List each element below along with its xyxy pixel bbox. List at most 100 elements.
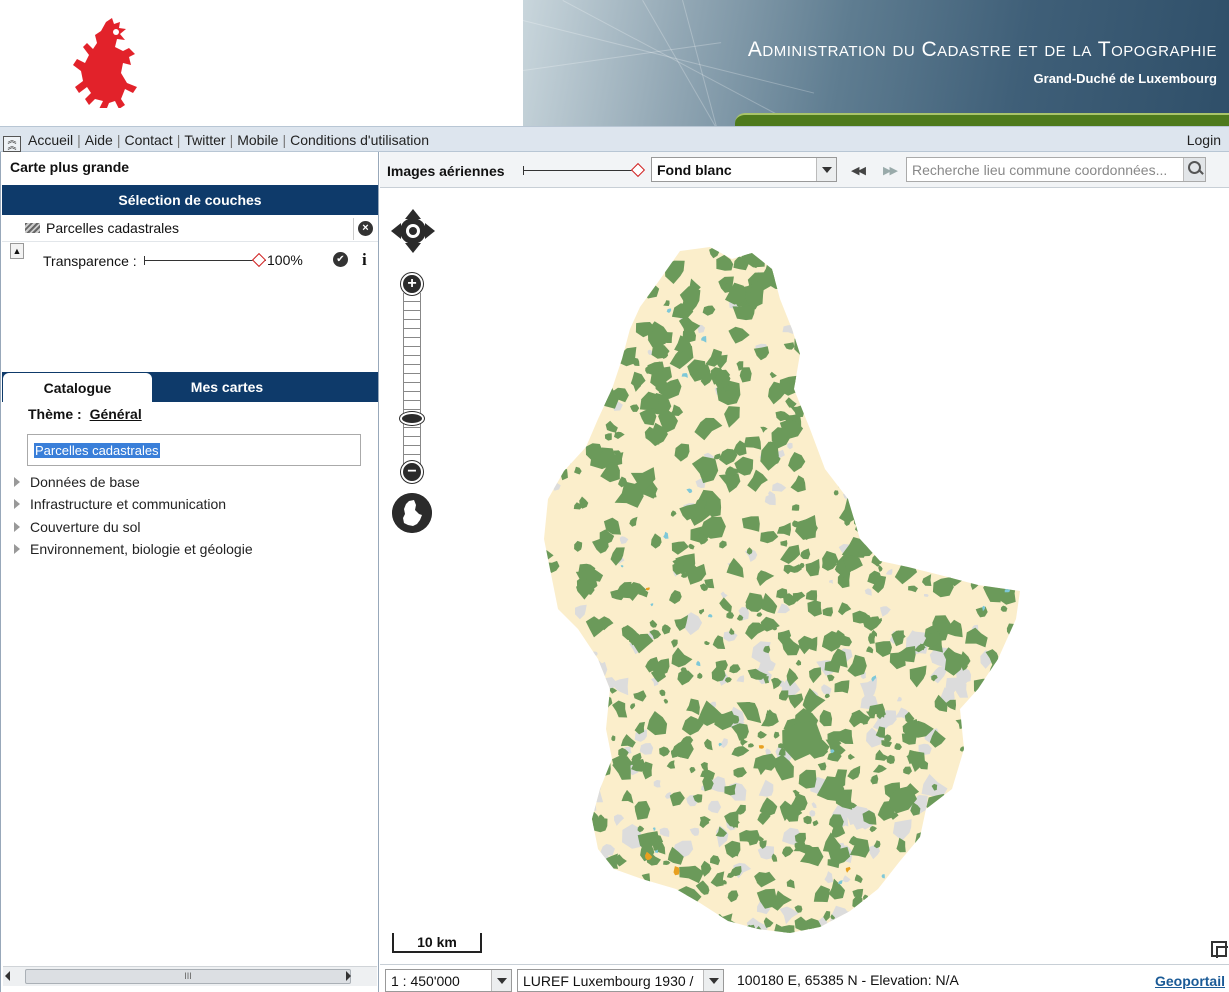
overview-map-icon[interactable] (1211, 941, 1228, 958)
red-lion-icon[interactable] (68, 16, 148, 108)
chevron-down-icon[interactable] (816, 158, 836, 181)
forest-area (924, 431, 933, 442)
aerial-opacity-slider-thumb[interactable] (630, 162, 646, 178)
forest-area (565, 262, 581, 275)
layer-info-icon[interactable]: i (362, 250, 367, 270)
forest-area (768, 252, 786, 270)
forest-area (962, 825, 970, 831)
tab-mes-cartes[interactable]: Mes cartes (152, 372, 302, 402)
urban-area (999, 374, 1005, 379)
forest-area (852, 266, 861, 274)
forest-area (956, 768, 969, 779)
scale-select[interactable]: 1 : 450'000 (385, 969, 512, 992)
zoom-slider-thumb[interactable] (400, 412, 424, 425)
login-link[interactable]: Login (1187, 132, 1221, 148)
horizontal-scrollbar[interactable]: III (3, 966, 377, 986)
map-toolbar: Images aériennes Fond blanc ◀◀ ▶▶ (380, 152, 1229, 188)
move-layer-up-icon[interactable]: ▲ (10, 243, 24, 259)
zoom-out-icon[interactable]: − (401, 461, 423, 483)
background-layer-select[interactable]: Fond blanc (651, 157, 837, 182)
tree-item-donnees-de-base[interactable]: Données de base (14, 474, 140, 490)
bigger-map-link[interactable]: Carte plus grande (10, 159, 129, 175)
water-body (596, 300, 600, 305)
forest-area (926, 914, 934, 920)
aerial-opacity-slider-track[interactable] (523, 166, 643, 175)
chevron-down-icon[interactable] (703, 970, 723, 991)
forest-area (921, 371, 944, 398)
forest-area (544, 280, 563, 295)
header-banner: Administration du Cadastre et de la Topo… (523, 0, 1229, 126)
forest-area (584, 886, 601, 905)
forest-area (964, 377, 980, 390)
forest-area (838, 480, 849, 489)
history-back-icon[interactable]: ◀◀ (851, 164, 866, 177)
tree-item-environnement[interactable]: Environnement, biologie et géologie (14, 541, 253, 557)
zoom-to-country-icon[interactable] (392, 493, 432, 533)
forest-area (864, 520, 882, 537)
nav-link-contact[interactable]: Contact (124, 132, 172, 148)
forest-area (853, 359, 862, 367)
theme-selector[interactable]: Général (90, 406, 142, 422)
forest-area (1000, 328, 1020, 347)
forest-area (898, 264, 909, 275)
map-view[interactable]: + − 10 km (380, 189, 1229, 963)
scale-bar: 10 km (392, 933, 482, 953)
transparency-slider-track[interactable] (144, 256, 266, 265)
forest-area (579, 320, 591, 337)
aerial-images-label: Images aériennes (387, 163, 505, 179)
layer-name[interactable]: Parcelles cadastrales (46, 220, 179, 236)
nav-link-mobile[interactable]: Mobile (237, 132, 278, 148)
tab-catalogue[interactable]: Catalogue (3, 373, 152, 402)
history-forward-icon[interactable]: ▶▶ (883, 164, 898, 177)
forest-area (863, 495, 890, 516)
urban-area (586, 800, 597, 811)
forest-area (993, 792, 1010, 805)
forest-area (584, 264, 591, 273)
tree-item-infrastructure[interactable]: Infrastructure et communication (14, 496, 226, 512)
forest-area (951, 518, 963, 529)
pan-control-icon[interactable] (390, 208, 436, 254)
forest-area (959, 535, 964, 542)
forest-area (885, 877, 898, 885)
urban-area (917, 437, 932, 451)
forest-area (824, 316, 834, 323)
remove-layer-icon[interactable]: × (358, 221, 373, 236)
projection-select[interactable]: LUREF Luxembourg 1930 / (517, 969, 724, 992)
scroll-left-icon[interactable] (5, 971, 10, 981)
luxembourg-map[interactable] (380, 189, 1229, 963)
urban-area (590, 742, 601, 758)
scroll-right-icon[interactable] (346, 971, 351, 981)
search-icon[interactable] (1183, 158, 1205, 181)
forest-area (1017, 660, 1020, 672)
zoom-in-icon[interactable]: + (401, 273, 423, 295)
forest-area (987, 383, 996, 391)
nav-link-twitter[interactable]: Twitter (184, 132, 225, 148)
forest-area (592, 292, 612, 313)
location-search-input[interactable] (907, 158, 1183, 181)
forest-area (955, 906, 968, 918)
forest-area (867, 338, 886, 357)
catalogue-search-input[interactable]: Parcelles cadastrales (27, 434, 361, 466)
geoportail-link[interactable]: Geoportail (1155, 973, 1225, 989)
collapse-header-icon[interactable]: ︽ ︽ (3, 136, 21, 152)
transparency-slider-thumb[interactable] (251, 252, 267, 268)
forest-area (544, 843, 559, 861)
zoom-slider-track[interactable] (403, 293, 421, 469)
forest-area (857, 917, 870, 931)
scrollbar-thumb[interactable]: III (25, 969, 351, 984)
layer-visible-check-icon[interactable]: ✔ (333, 252, 348, 267)
nav-link-accueil[interactable]: Accueil (28, 132, 73, 148)
forest-area (958, 416, 979, 440)
nav-link-conditions[interactable]: Conditions d'utilisation (290, 132, 429, 148)
forest-area (957, 338, 973, 356)
forest-area (894, 549, 909, 565)
urban-area (622, 875, 632, 884)
forest-area (976, 418, 985, 426)
nav-link-aide[interactable]: Aide (85, 132, 113, 148)
catalogue-tabs: Catalogue Mes cartes (2, 372, 378, 402)
tree-item-couverture-du-sol[interactable]: Couverture du sol (14, 519, 141, 535)
chevron-down-icon[interactable] (491, 970, 511, 991)
forest-area (917, 252, 931, 264)
urban-area (931, 816, 952, 839)
forest-area (832, 299, 854, 319)
